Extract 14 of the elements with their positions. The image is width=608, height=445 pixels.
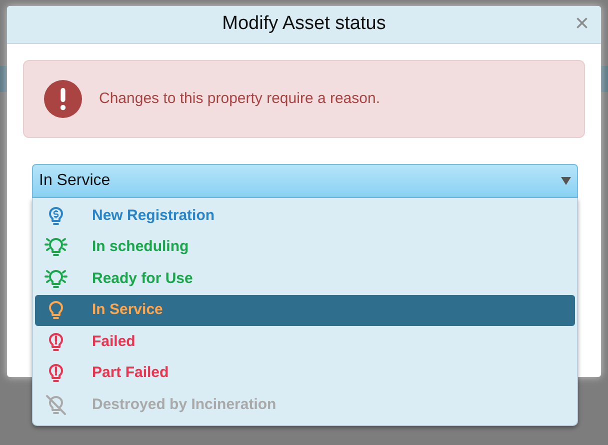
dropdown-option[interactable]: New Registration — [35, 200, 575, 232]
status-select[interactable]: In Service — [32, 164, 578, 198]
close-button[interactable]: × — [574, 12, 589, 36]
crossed-bulb-icon — [44, 392, 68, 417]
dropdown-option[interactable]: Destroyed by Incineration — [35, 389, 575, 420]
dropdown-option[interactable]: Ready for Use — [35, 263, 575, 294]
dropdown-option[interactable]: Failed — [35, 326, 575, 358]
dropdown-option[interactable]: In scheduling — [35, 232, 575, 263]
alert-message: Changes to this property require a reason. — [99, 88, 380, 109]
dialog-title: Modify Asset status — [222, 12, 386, 36]
caret-icon — [561, 177, 571, 185]
alert-icon — [43, 79, 83, 119]
dropdown-option[interactable]: Part Failed — [35, 358, 575, 389]
dropdown-option[interactable]: In Service — [35, 294, 575, 326]
